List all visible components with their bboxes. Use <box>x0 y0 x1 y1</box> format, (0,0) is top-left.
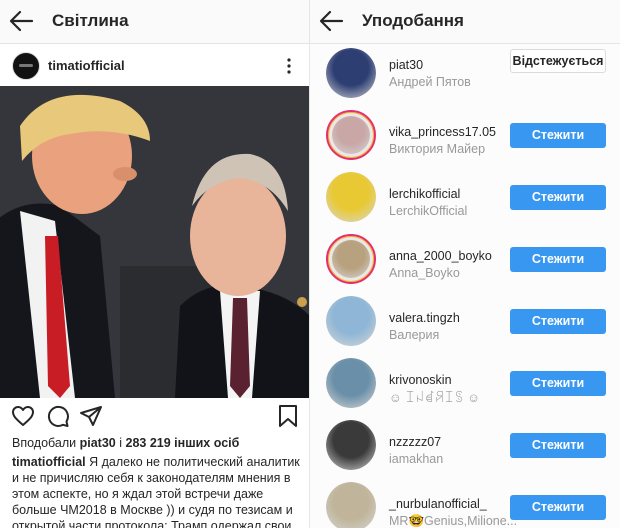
follow-button[interactable]: Стежити <box>510 495 606 520</box>
likes-summary[interactable]: Вподобали piat30 і 283 219 інших осіб <box>12 436 239 450</box>
post-header-bar: Світлина <box>0 0 310 44</box>
heart-icon[interactable] <box>11 404 35 428</box>
avatar-image <box>326 172 376 222</box>
list-item[interactable]: anna_2000_boyko Anna_Boyko Стежити <box>310 229 620 291</box>
row-username[interactable]: krivonoskin <box>389 373 452 387</box>
post-author-row: timatiofficial <box>0 44 310 86</box>
likes-header-bar: Уподобання <box>310 0 620 44</box>
row-fullname: MR🤓Genius,Milione... <box>389 514 518 528</box>
list-item[interactable]: nzzzzz07 iamakhan Стежити <box>310 415 620 477</box>
row-fullname: Виктория Майер <box>389 142 486 156</box>
likes-connector: і <box>119 436 123 450</box>
row-username[interactable]: anna_2000_boyko <box>389 249 492 263</box>
avatar-image <box>326 48 376 98</box>
share-icon[interactable] <box>79 404 103 428</box>
post-caption: timatiofficial Я далеко не политический … <box>12 454 302 528</box>
follow-button[interactable]: Стежити <box>510 185 606 210</box>
row-username[interactable]: valera.tingzh <box>389 311 460 325</box>
row-fullname: Anna_Boyko <box>389 266 460 280</box>
follow-button[interactable]: Стежити <box>510 309 606 334</box>
avatar-image <box>326 296 376 346</box>
post-panel: Світлина timatiofficial Вподобали piat30… <box>0 0 310 528</box>
follow-button[interactable]: Стежити <box>510 433 606 458</box>
follow-button[interactable]: Стежити <box>510 247 606 272</box>
page-title: Уподобання <box>362 11 464 30</box>
row-username[interactable]: nzzzzz07 <box>389 435 441 449</box>
bookmark-icon[interactable] <box>277 404 299 428</box>
list-item[interactable]: krivonoskin ☺ ꀤꈤꀸꋪꀤꌗ ☺ Стежити <box>310 353 620 415</box>
likes-panel: Уподобання piat30 Андрей Пятов Відстежуєть… <box>310 0 620 528</box>
row-username[interactable]: piat30 <box>389 58 423 72</box>
avatar[interactable] <box>326 48 376 98</box>
row-fullname: Андрей Пятов <box>389 75 471 89</box>
post-username[interactable]: timatiofficial <box>48 58 125 73</box>
post-actions <box>0 404 310 430</box>
avatar[interactable] <box>326 296 376 346</box>
back-arrow-icon[interactable] <box>8 9 34 33</box>
avatar[interactable] <box>326 172 376 222</box>
row-fullname: LerchikOfficial <box>389 204 468 218</box>
list-item[interactable]: valera.tingzh Валерия Стежити <box>310 291 620 353</box>
post-photo[interactable] <box>0 86 310 398</box>
avatar[interactable] <box>12 52 40 80</box>
likes-user[interactable]: piat30 <box>80 436 116 450</box>
avatar[interactable] <box>326 420 376 470</box>
row-fullname: Валерия <box>389 328 440 342</box>
avatar[interactable] <box>326 110 376 160</box>
follow-button[interactable]: Стежити <box>510 371 606 396</box>
avatar-image <box>326 358 376 408</box>
avatar[interactable] <box>326 234 376 284</box>
avatar[interactable] <box>326 358 376 408</box>
caption-username[interactable]: timatiofficial <box>12 455 86 469</box>
follow-button[interactable]: Стежити <box>510 123 606 148</box>
more-options-icon[interactable] <box>284 57 294 75</box>
list-item[interactable]: _nurbulanofficial_ MR🤓Genius,Milione... Ст… <box>310 477 620 528</box>
avatar[interactable] <box>326 482 376 528</box>
post-photo-illustration <box>0 86 310 398</box>
list-item[interactable]: lerchikofficial LerchikOfficial Стежити <box>310 167 620 229</box>
list-item[interactable]: piat30 Андрей Пятов Відстежується <box>310 43 620 105</box>
avatar-image <box>326 420 376 470</box>
comment-icon[interactable] <box>46 404 70 428</box>
row-fullname: iamakhan <box>389 452 444 466</box>
list-item[interactable]: vika_princess17.05 Виктория Майер Стежити <box>310 105 620 167</box>
avatar-image <box>332 240 370 278</box>
following-button[interactable]: Відстежується <box>510 49 606 73</box>
avatar-image <box>326 482 376 528</box>
row-fullname: ☺ ꀤꈤꀸꋪꀤꌗ ☺ <box>389 391 481 405</box>
avatar-image <box>332 116 370 154</box>
row-username[interactable]: _nurbulanofficial_ <box>389 497 487 511</box>
row-username[interactable]: lerchikofficial <box>389 187 460 201</box>
row-username[interactable]: vika_princess17.05 <box>389 125 496 139</box>
likes-count[interactable]: 283 219 інших осіб <box>126 436 240 450</box>
likes-prefix: Вподобали <box>12 436 77 450</box>
page-title: Світлина <box>52 11 129 30</box>
back-arrow-icon[interactable] <box>318 9 344 33</box>
